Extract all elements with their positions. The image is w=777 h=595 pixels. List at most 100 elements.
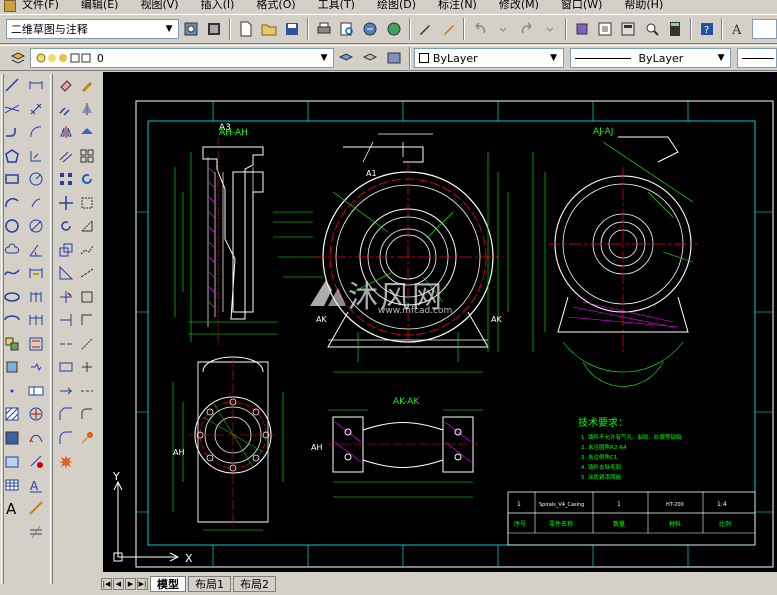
edit-polyline-tool[interactable]	[76, 239, 98, 261]
text-style-button[interactable]: A	[727, 18, 748, 40]
app-icon[interactable]	[4, 0, 16, 12]
new-button[interactable]	[235, 18, 256, 40]
circle-tool[interactable]	[1, 215, 23, 237]
plot-preview-button[interactable]	[336, 18, 357, 40]
redo-button[interactable]	[516, 18, 537, 40]
toolbar-grip[interactable]	[50, 74, 53, 584]
gradient-tool[interactable]	[1, 427, 23, 449]
make-current-layer-button[interactable]	[335, 47, 357, 69]
undo-dropdown[interactable]	[493, 18, 514, 40]
dim-ordinate-tool[interactable]	[25, 145, 47, 167]
undo-button[interactable]	[469, 18, 490, 40]
layer-state-button[interactable]	[383, 47, 405, 69]
center-mark-tool[interactable]	[25, 403, 47, 425]
fillet-tool[interactable]	[55, 427, 77, 449]
multiline-text-tool[interactable]: A	[1, 497, 23, 519]
dim-space-tool[interactable]	[25, 333, 47, 355]
workspace-settings-button[interactable]	[180, 18, 201, 40]
publish-button[interactable]	[360, 18, 381, 40]
join-tool[interactable]	[55, 380, 77, 402]
tab-next-button[interactable]: ▶	[125, 577, 136, 590]
dim-angular-tool[interactable]	[25, 239, 47, 261]
tab-layout1[interactable]: 布局1	[188, 575, 231, 592]
match-properties-button[interactable]	[438, 18, 459, 40]
dim-linear-tool[interactable]	[25, 74, 47, 96]
burst-tool[interactable]	[76, 427, 98, 449]
layer-properties-button[interactable]	[7, 47, 29, 69]
break-at-point-tool[interactable]	[55, 333, 77, 355]
align-tool[interactable]	[76, 192, 98, 214]
save-button[interactable]	[282, 18, 303, 40]
tab-first-button[interactable]: |◀	[101, 577, 112, 590]
rectangle-tool[interactable]	[1, 168, 23, 190]
tolerance-tool[interactable]	[25, 380, 47, 402]
workspace-select[interactable]: 二维草图与注释 ▼	[5, 19, 180, 39]
ellipse-tool[interactable]	[1, 286, 23, 308]
make-block-tool[interactable]	[1, 356, 23, 378]
line-tool[interactable]	[1, 74, 23, 96]
dim-arc-tool[interactable]	[25, 121, 47, 143]
edit-attribute-tool[interactable]	[76, 333, 98, 355]
layer-select[interactable]: 0 ▼	[29, 48, 335, 68]
polygon-tool[interactable]	[1, 145, 23, 167]
toolbar-lock-button[interactable]	[203, 18, 224, 40]
mirror-tool[interactable]	[55, 121, 77, 143]
dim-jogged-tool[interactable]	[25, 192, 47, 214]
ellipse-arc-tool[interactable]	[1, 309, 23, 331]
inspection-tool[interactable]	[25, 427, 47, 449]
menu-file[interactable]: 文件(F)	[22, 0, 59, 10]
copy-tool[interactable]	[55, 98, 77, 120]
tab-prev-button[interactable]: ◀	[113, 577, 124, 590]
menu-tools[interactable]: 工具(T)	[318, 0, 355, 10]
text-style-select[interactable]	[751, 19, 777, 39]
array-rect-tool[interactable]	[76, 145, 98, 167]
offset-tool[interactable]	[55, 145, 77, 167]
rotate-tool[interactable]	[55, 215, 77, 237]
arc-tool[interactable]	[1, 192, 23, 214]
erase-tool[interactable]	[55, 74, 77, 96]
stretch-tool[interactable]	[55, 262, 77, 284]
tab-model[interactable]: 模型	[150, 575, 186, 592]
zoom-window-button[interactable]	[618, 18, 639, 40]
open-button[interactable]	[258, 18, 279, 40]
lengthen-tool[interactable]	[76, 215, 98, 237]
box-tool[interactable]	[76, 286, 98, 308]
chamfer-tool[interactable]	[55, 403, 77, 425]
trim-tool[interactable]	[55, 286, 77, 308]
menu-dimension[interactable]: 标注(N)	[438, 0, 477, 10]
edit-spline-tool[interactable]	[76, 262, 98, 284]
linetype-select[interactable]: ByLayer ▼	[569, 48, 732, 68]
cut-button[interactable]	[415, 18, 436, 40]
dim-diameter-tool[interactable]	[25, 215, 47, 237]
dim-continue-tool[interactable]	[25, 309, 47, 331]
point-tool[interactable]	[1, 380, 23, 402]
zoom-realtime-button[interactable]	[594, 18, 615, 40]
help-button[interactable]: ?	[696, 18, 717, 40]
section-tool[interactable]	[76, 380, 98, 402]
tab-last-button[interactable]: ▶|	[137, 577, 148, 590]
break-tool[interactable]	[55, 356, 77, 378]
zoom-previous-button[interactable]	[641, 18, 662, 40]
array-tool[interactable]	[55, 168, 77, 190]
menu-help[interactable]: 帮助(H)	[624, 0, 663, 10]
dim-style-tool[interactable]: A	[25, 474, 47, 496]
fillet-edge-tool[interactable]	[76, 403, 98, 425]
dim-edit-tool[interactable]	[25, 497, 47, 519]
quick-dim-tool[interactable]	[25, 262, 47, 284]
menu-format[interactable]: 格式(O)	[256, 0, 295, 10]
menu-draw[interactable]: 绘图(D)	[377, 0, 416, 10]
polyline-tool[interactable]	[1, 121, 23, 143]
model-space-canvas[interactable]: A3 AH-AH AK AK A1 AJ-AJ AH AK-AK AH 技术要求…	[103, 72, 777, 572]
menu-modify[interactable]: 修改(M)	[499, 0, 539, 10]
layer-previous-button[interactable]	[359, 47, 381, 69]
wedge-tool[interactable]	[76, 309, 98, 331]
revision-cloud-tool[interactable]	[1, 239, 23, 261]
insert-block-tool[interactable]	[1, 333, 23, 355]
solid-edit-tool[interactable]	[76, 356, 98, 378]
extend-tool[interactable]	[55, 309, 77, 331]
dim-update-tool[interactable]	[25, 450, 47, 472]
modify-properties-tool[interactable]	[76, 74, 98, 96]
dim-text-edit-tool[interactable]	[25, 521, 47, 543]
color-select[interactable]: ByLayer ▼	[413, 48, 564, 68]
dim-baseline-tool[interactable]	[25, 286, 47, 308]
